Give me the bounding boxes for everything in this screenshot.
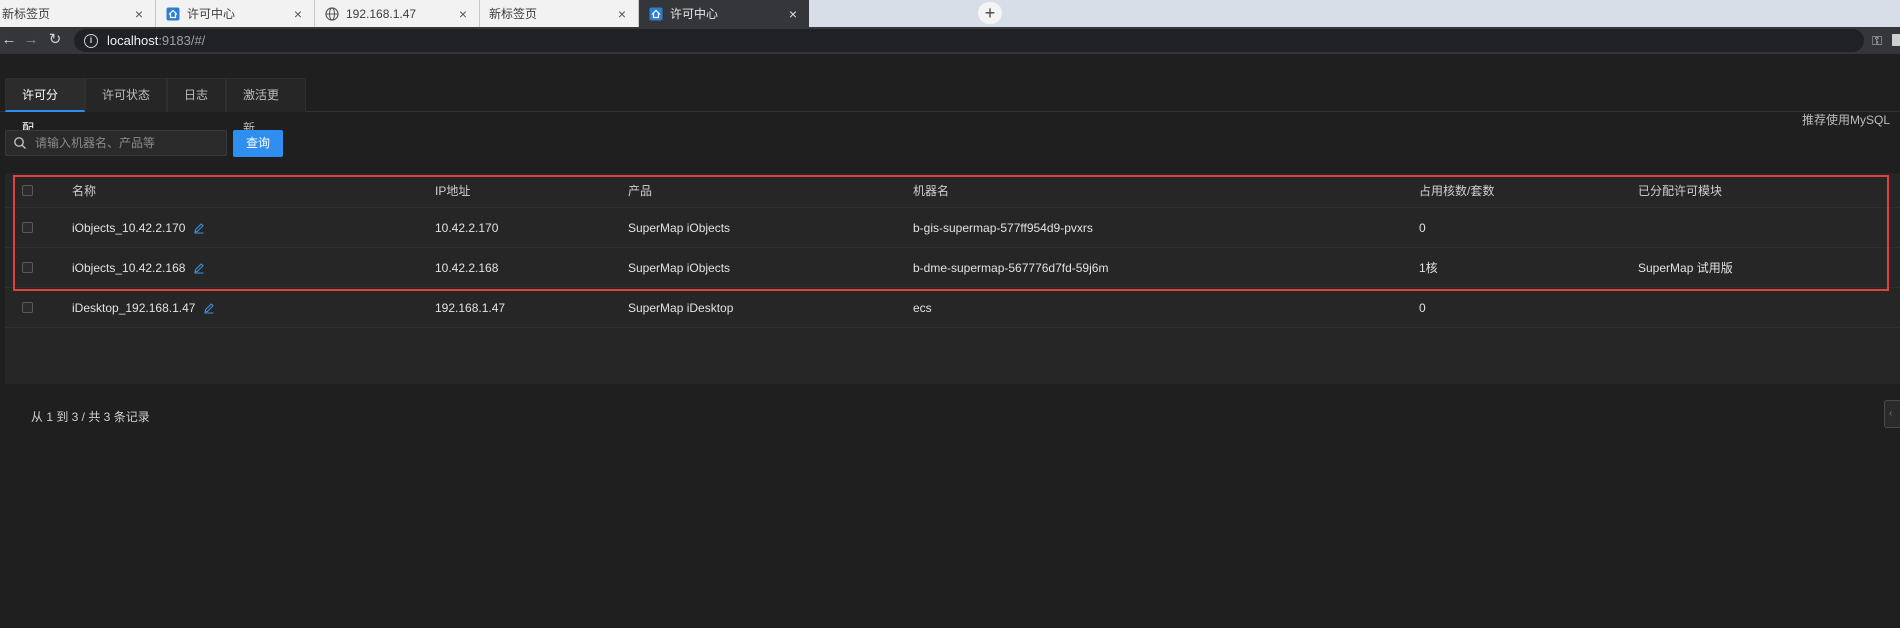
- tab-title: 许可中心: [187, 7, 236, 21]
- search-icon: [13, 136, 27, 150]
- new-tab-button[interactable]: +: [978, 2, 1002, 24]
- column-header-cores[interactable]: 占用核数/套数: [1419, 173, 1494, 207]
- mysql-recommendation: 推荐使用MySQL: [1801, 113, 1890, 127]
- tab-title: 许可中心: [670, 7, 719, 21]
- globe-icon: [324, 6, 340, 22]
- ip-cell: 192.168.1.47: [435, 300, 506, 315]
- ip-cell: 10.42.2.170: [435, 220, 499, 235]
- select-all-cell: [22, 173, 33, 207]
- browser-toolbar: ← → ↻ i localhost :9183/#/ ⚿: [0, 27, 1900, 54]
- edit-icon[interactable]: [193, 222, 205, 234]
- search-field[interactable]: [5, 130, 227, 156]
- column-header-machine[interactable]: 机器名: [913, 173, 949, 207]
- query-button[interactable]: 查询: [233, 130, 283, 157]
- browser-tab-license-center-1[interactable]: 许可中心 ×: [156, 0, 315, 27]
- product-cell: SuperMap iDesktop: [628, 300, 734, 315]
- forward-arrow-icon[interactable]: →: [22, 31, 40, 49]
- row-checkbox[interactable]: [22, 262, 33, 273]
- machine-cell: b-gis-supermap-577ff954d9-pvxrs: [913, 220, 1093, 235]
- cores-cell: 0: [1419, 220, 1426, 235]
- url-path: :9183/#/: [158, 33, 206, 48]
- machine-display-name: iObjects_10.42.2.168: [72, 260, 186, 275]
- column-header-name[interactable]: 名称: [72, 173, 96, 207]
- select-all-checkbox[interactable]: [22, 184, 33, 196]
- table-row[interactable]: iDesktop_192.168.1.47 192.168.1.47 Super…: [5, 288, 1900, 328]
- browser-tab-newtab-2[interactable]: 新标签页 ×: [480, 0, 639, 27]
- column-header-product[interactable]: 产品: [628, 173, 652, 207]
- browser-tab-license-center-active[interactable]: 许可中心 ×: [639, 0, 809, 27]
- name-cell: iDesktop_192.168.1.47: [72, 288, 215, 327]
- app-tabs: 许可分配 许可状态 日志 激活更新 推荐使用MySQL: [0, 78, 1900, 135]
- close-icon[interactable]: ×: [131, 6, 147, 22]
- row-select-cell: [22, 248, 33, 287]
- cores-cell: 1核: [1419, 261, 1438, 275]
- column-header-ip[interactable]: IP地址: [435, 173, 470, 207]
- machine-display-name: iDesktop_192.168.1.47: [72, 300, 196, 315]
- address-bar[interactable]: i localhost :9183/#/: [74, 29, 1864, 52]
- name-cell: iObjects_10.42.2.170: [72, 208, 205, 247]
- product-cell: SuperMap iObjects: [628, 220, 731, 235]
- search-input[interactable]: [35, 132, 226, 154]
- tab-activation-update[interactable]: 激活更新: [226, 78, 306, 135]
- cores-cell: 0: [1419, 300, 1426, 315]
- product-cell: SuperMap iObjects: [628, 260, 731, 275]
- browser-tab-strip: 新标签页 × 许可中心 × 192.168.1.47 × 新标签页 × 许可中心…: [0, 0, 1900, 27]
- close-icon[interactable]: ×: [290, 6, 306, 22]
- info-icon[interactable]: i: [84, 33, 98, 48]
- license-table: 名称 IP地址 产品 机器名 占用核数/套数 已分配许可模块 iObjects_…: [5, 173, 1900, 384]
- pagination-prev-button[interactable]: ‹: [1884, 400, 1900, 428]
- record-count: 从 1 到 3 / 共 3 条记录: [31, 410, 150, 424]
- machine-display-name: iObjects_10.42.2.170: [72, 220, 186, 235]
- browser-tab-newtab-1[interactable]: 新标签页 ×: [0, 0, 156, 27]
- ip-cell: 10.42.2.168: [435, 260, 499, 275]
- close-icon[interactable]: ×: [785, 6, 801, 22]
- row-checkbox[interactable]: [22, 302, 33, 313]
- close-icon[interactable]: ×: [455, 6, 471, 22]
- app-root: 许可分配 许可状态 日志 激活更新 推荐使用MySQL 查询 名称 IP地址 产…: [0, 54, 1900, 628]
- tab-title: 新标签页: [489, 7, 538, 21]
- house-icon: [165, 6, 181, 22]
- machine-cell: ecs: [913, 300, 932, 315]
- browser-tab-ip[interactable]: 192.168.1.47 ×: [315, 0, 480, 27]
- row-checkbox[interactable]: [22, 222, 33, 233]
- tab-license-status[interactable]: 许可状态: [85, 78, 167, 112]
- table-header: 名称 IP地址 产品 机器名 占用核数/套数 已分配许可模块: [5, 173, 1900, 208]
- back-arrow-icon[interactable]: ←: [0, 31, 18, 49]
- tab-title: 新标签页: [2, 7, 51, 21]
- edit-icon[interactable]: [203, 302, 215, 314]
- url-host: localhost: [107, 33, 159, 48]
- key-icon[interactable]: ⚿: [1872, 33, 1882, 49]
- machine-cell: b-dme-supermap-567776d7fd-59j6m: [913, 260, 1109, 275]
- tab-license-allocation[interactable]: 许可分配: [5, 78, 85, 135]
- row-select-cell: [22, 288, 33, 327]
- close-icon[interactable]: ×: [614, 6, 630, 22]
- house-icon: [648, 6, 664, 22]
- table-row[interactable]: iObjects_10.42.2.170 10.42.2.170 SuperMa…: [5, 208, 1900, 248]
- tab-log[interactable]: 日志: [167, 78, 226, 112]
- table-row[interactable]: iObjects_10.42.2.168 10.42.2.168 SuperMa…: [5, 248, 1900, 288]
- modules-cell: SuperMap 试用版: [1638, 261, 1733, 275]
- tab-title: 192.168.1.47: [346, 6, 417, 21]
- row-select-cell: [22, 208, 33, 247]
- edit-icon[interactable]: [193, 262, 205, 274]
- column-header-modules[interactable]: 已分配许可模块: [1638, 173, 1722, 207]
- extension-icon[interactable]: [1892, 34, 1900, 46]
- reload-icon[interactable]: ↻: [46, 31, 64, 49]
- name-cell: iObjects_10.42.2.168: [72, 248, 205, 287]
